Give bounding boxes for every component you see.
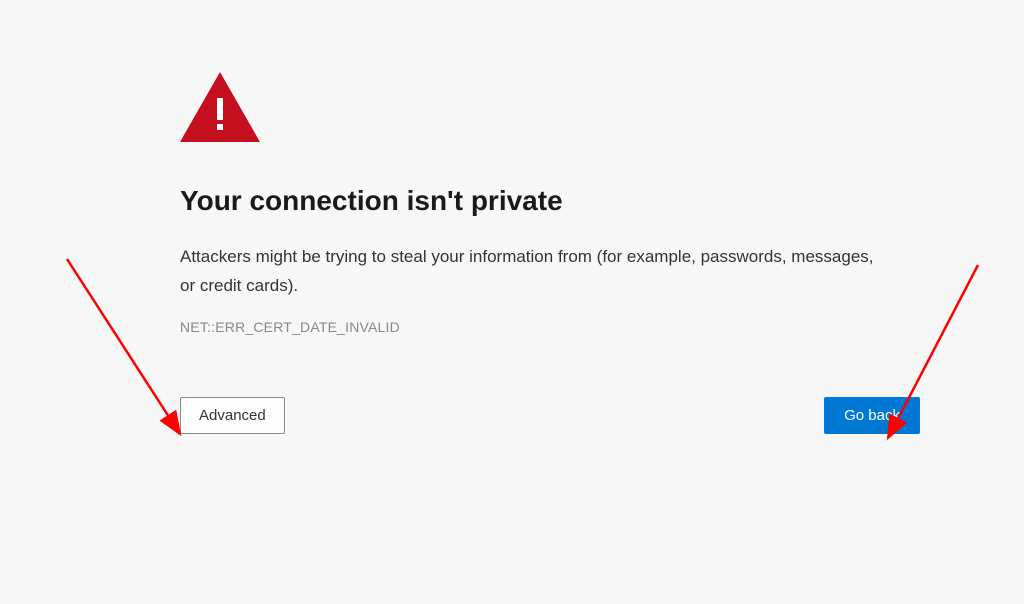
security-warning-panel: Your connection isn't private Attackers … (180, 72, 920, 434)
go-back-button[interactable]: Go back (824, 397, 920, 434)
warning-triangle-icon (180, 72, 920, 147)
warning-title: Your connection isn't private (180, 185, 920, 217)
annotation-arrow-left (62, 254, 192, 449)
error-code: NET::ERR_CERT_DATE_INVALID (180, 319, 920, 335)
warning-description-prefix: Attackers might be trying to steal your … (180, 247, 597, 266)
warning-description: Attackers might be trying to steal your … (180, 243, 880, 301)
advanced-button[interactable]: Advanced (180, 397, 285, 434)
button-row: Advanced Go back (180, 397, 920, 434)
